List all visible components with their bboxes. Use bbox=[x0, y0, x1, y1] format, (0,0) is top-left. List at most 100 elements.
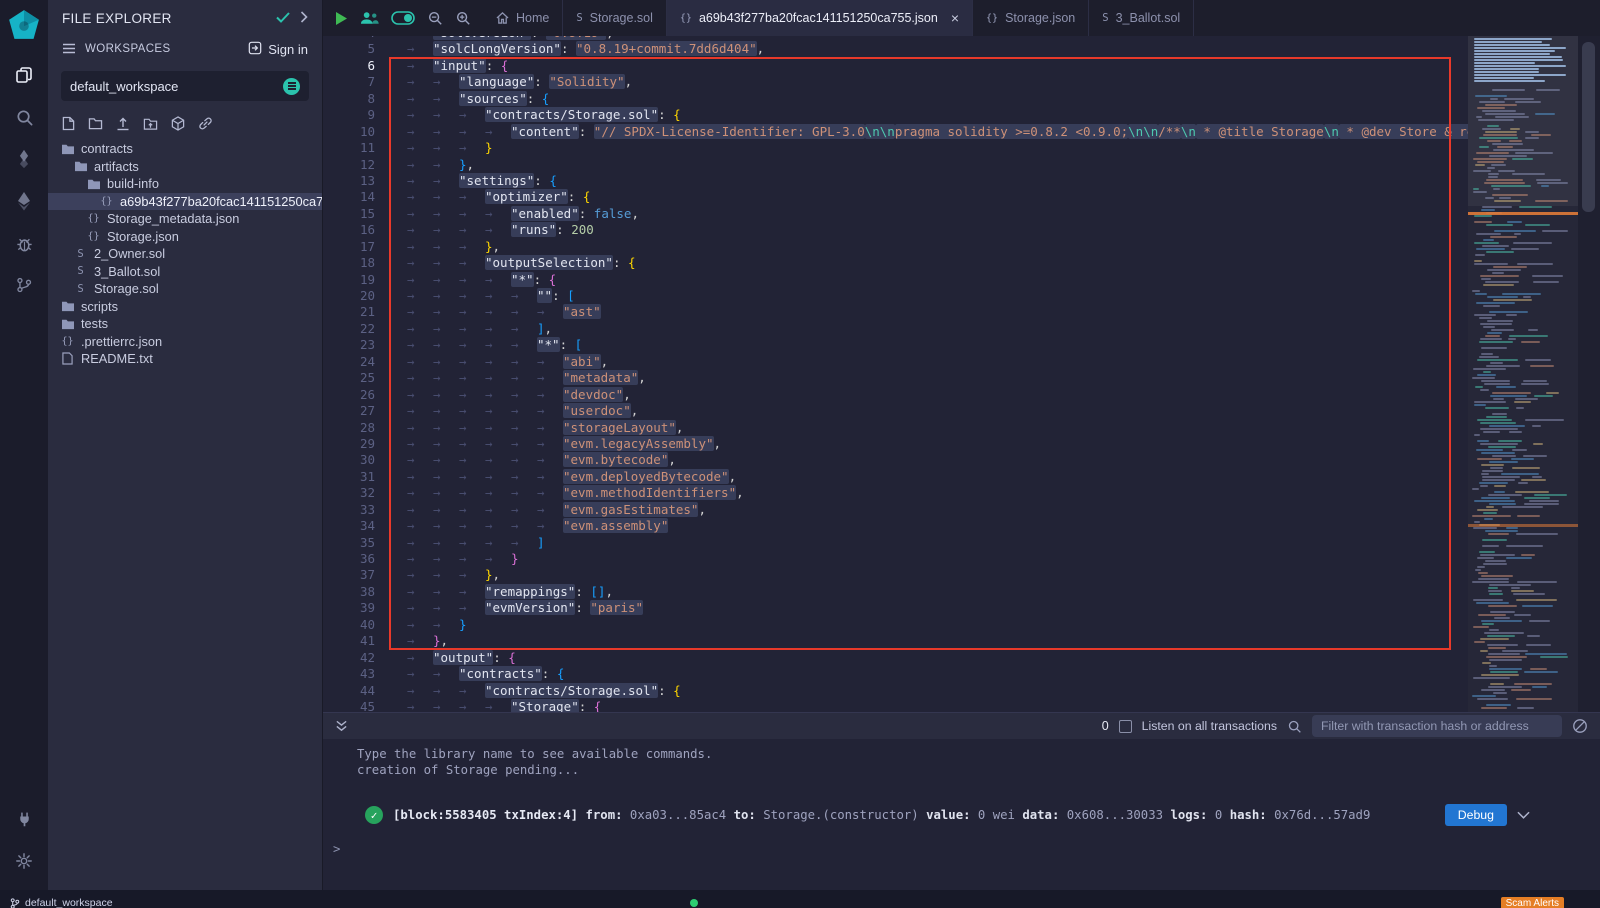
code-line-22[interactable]: 22→→→→→], bbox=[323, 321, 1468, 337]
minimap[interactable] bbox=[1468, 36, 1578, 712]
code-line-17[interactable]: 17→→→}, bbox=[323, 239, 1468, 255]
sidebar-item-tests[interactable]: tests bbox=[48, 315, 322, 333]
sidebar-item-3-ballot-sol[interactable]: S3_Ballot.sol bbox=[48, 263, 322, 281]
upload-folder-icon[interactable] bbox=[143, 116, 158, 131]
new-folder-icon[interactable] bbox=[88, 116, 103, 131]
workspace-select[interactable]: default_workspace bbox=[61, 71, 309, 101]
code-line-41[interactable]: 41→}, bbox=[323, 633, 1468, 649]
code-line-13[interactable]: 13→→"settings": { bbox=[323, 173, 1468, 189]
code-line-19[interactable]: 19→→→→"*": { bbox=[323, 272, 1468, 288]
editor-scrollbar[interactable] bbox=[1578, 36, 1600, 712]
code-line-24[interactable]: 24→→→→→→"abi", bbox=[323, 354, 1468, 370]
status-workspace[interactable]: default_workspace bbox=[10, 891, 113, 908]
remix-logo-icon[interactable] bbox=[7, 8, 41, 42]
transaction-log-row[interactable]: ✓ [block:5583405 txIndex:4] from: 0xa03.… bbox=[323, 804, 1600, 826]
code-line-8[interactable]: 8→→"sources": { bbox=[323, 91, 1468, 107]
code-line-28[interactable]: 28→→→→→→"storageLayout", bbox=[323, 420, 1468, 436]
code-line-38[interactable]: 38→→→"remappings": [], bbox=[323, 584, 1468, 600]
code-line-20[interactable]: 20→→→→→"": [ bbox=[323, 288, 1468, 304]
transaction-filter-input[interactable] bbox=[1312, 715, 1562, 737]
expand-transaction-icon[interactable] bbox=[1517, 811, 1530, 819]
zoom-in-icon[interactable] bbox=[455, 10, 471, 26]
code-line-35[interactable]: 35→→→→→] bbox=[323, 535, 1468, 551]
scam-alerts-badge[interactable]: Scam Alerts bbox=[1501, 897, 1564, 908]
close-tab-icon[interactable]: × bbox=[951, 11, 959, 25]
code-line-33[interactable]: 33→→→→→→"evm.gasEstimates", bbox=[323, 502, 1468, 518]
code-line-44[interactable]: 44→→→"contracts/Storage.sol": { bbox=[323, 683, 1468, 699]
tab-storage-sol[interactable]: SStorage.sol bbox=[563, 0, 667, 36]
search-icon[interactable] bbox=[0, 96, 48, 138]
code-line-36[interactable]: 36→→→→} bbox=[323, 551, 1468, 567]
code-line-27[interactable]: 27→→→→→→"userdoc", bbox=[323, 403, 1468, 419]
code-line-9[interactable]: 9→→→"contracts/Storage.sol": { bbox=[323, 107, 1468, 123]
debugger-icon[interactable] bbox=[0, 222, 48, 264]
hamburger-menu-icon[interactable] bbox=[62, 42, 76, 57]
git-icon[interactable] bbox=[0, 264, 48, 306]
debug-button[interactable]: Debug bbox=[1445, 804, 1507, 826]
code-line-16[interactable]: 16→→→→"runs": 200 bbox=[323, 222, 1468, 238]
new-file-icon[interactable] bbox=[62, 116, 75, 131]
sidebar-item-artifacts[interactable]: artifacts bbox=[48, 158, 322, 176]
code-line-42[interactable]: 42→"output": { bbox=[323, 650, 1468, 666]
panel-chevron-icon[interactable] bbox=[300, 10, 308, 27]
code-line-15[interactable]: 15→→→→"enabled": false, bbox=[323, 206, 1468, 222]
accept-check-icon[interactable] bbox=[276, 11, 290, 26]
code-line-12[interactable]: 12→→}, bbox=[323, 157, 1468, 173]
sidebar-item-prettierrc-json[interactable]: {}.prettierrc.json bbox=[48, 333, 322, 351]
tab-a69b43f277ba20fcac141151250ca755-json[interactable]: {}a69b43f277ba20fcac141151250ca755.json× bbox=[667, 0, 973, 36]
code-line-34[interactable]: 34→→→→→→"evm.assembly" bbox=[323, 518, 1468, 534]
code-line-39[interactable]: 39→→→"evmVersion": "paris" bbox=[323, 600, 1468, 616]
code-line-30[interactable]: 30→→→→→→"evm.bytecode", bbox=[323, 452, 1468, 468]
sidebar-item-storage-sol[interactable]: SStorage.sol bbox=[48, 280, 322, 298]
code-line-40[interactable]: 40→→} bbox=[323, 617, 1468, 633]
toggle-icon[interactable] bbox=[391, 11, 415, 25]
code-line-23[interactable]: 23→→→→→"*": [ bbox=[323, 337, 1468, 353]
code-line-26[interactable]: 26→→→→→→"devdoc", bbox=[323, 387, 1468, 403]
sidebar-item-build-info[interactable]: build-info bbox=[48, 175, 322, 193]
sidebar-item-storage-metadata-json[interactable]: {}Storage_metadata.json bbox=[48, 210, 322, 228]
code-line-10[interactable]: 10→→→→"content": "// SPDX-License-Identi… bbox=[323, 124, 1468, 140]
code-line-37[interactable]: 37→→→}, bbox=[323, 567, 1468, 583]
settings-gear-icon[interactable] bbox=[0, 840, 48, 882]
code-line-25[interactable]: 25→→→→→→"metadata", bbox=[323, 370, 1468, 386]
code-line-45[interactable]: 45→→→→"Storage": { bbox=[323, 699, 1468, 712]
code-line-11[interactable]: 11→→→} bbox=[323, 140, 1468, 156]
link-icon[interactable] bbox=[198, 116, 213, 131]
tab-home[interactable]: Home bbox=[483, 0, 563, 36]
ipfs-box-icon[interactable] bbox=[171, 116, 185, 131]
sidebar-item-contracts[interactable]: contracts bbox=[48, 140, 322, 158]
terminal-search-icon[interactable] bbox=[1287, 719, 1302, 734]
code-line-29[interactable]: 29→→→→→→"evm.legacyAssembly", bbox=[323, 436, 1468, 452]
solidity-compiler-icon[interactable] bbox=[0, 138, 48, 180]
tab-3-ballot-sol[interactable]: S3_Ballot.sol bbox=[1089, 0, 1194, 36]
code-line-32[interactable]: 32→→→→→→"evm.methodIdentifiers", bbox=[323, 485, 1468, 501]
tab-storage-json[interactable]: {}Storage.json bbox=[973, 0, 1089, 36]
expand-terminal-icon[interactable] bbox=[335, 720, 348, 732]
code-line-5[interactable]: 5→"solcLongVersion": "0.8.19+commit.7dd6… bbox=[323, 41, 1468, 57]
run-script-button[interactable] bbox=[335, 11, 348, 26]
sidebar-item-storage-json[interactable]: {}Storage.json bbox=[48, 228, 322, 246]
scrollbar-thumb[interactable] bbox=[1582, 42, 1595, 212]
code-area[interactable]: 4→"solcVersion": "0.8.19",5→"solcLongVer… bbox=[323, 36, 1468, 712]
code-line-21[interactable]: 21→→→→→→"ast" bbox=[323, 304, 1468, 320]
terminal-output[interactable]: Type the library name to see available c… bbox=[323, 739, 1600, 890]
code-line-7[interactable]: 7→→"language": "Solidity", bbox=[323, 74, 1468, 90]
file-explorer-icon[interactable] bbox=[0, 54, 48, 96]
code-line-18[interactable]: 18→→→"outputSelection": { bbox=[323, 255, 1468, 271]
sidebar-item-2-owner-sol[interactable]: S2_Owner.sol bbox=[48, 245, 322, 263]
code-line-31[interactable]: 31→→→→→→"evm.deployedBytecode", bbox=[323, 469, 1468, 485]
terminal-prompt[interactable]: > bbox=[323, 842, 1600, 856]
upload-file-icon[interactable] bbox=[116, 116, 130, 131]
clear-console-icon[interactable] bbox=[1572, 718, 1588, 734]
sidebar-item-readme-txt[interactable]: README.txt bbox=[48, 350, 322, 368]
workspace-menu-icon[interactable] bbox=[283, 78, 300, 95]
zoom-out-icon[interactable] bbox=[427, 10, 443, 26]
sidebar-item-scripts[interactable]: scripts bbox=[48, 298, 322, 316]
plugin-manager-icon[interactable] bbox=[0, 798, 48, 840]
code-line-6[interactable]: 6→"input": { bbox=[323, 58, 1468, 74]
code-line-14[interactable]: 14→→→"optimizer": { bbox=[323, 189, 1468, 205]
code-line-43[interactable]: 43→→"contracts": { bbox=[323, 666, 1468, 682]
users-icon[interactable] bbox=[360, 11, 379, 25]
sign-in-button[interactable]: Sign in bbox=[248, 41, 308, 58]
sidebar-item-a69b43f277ba20fcac141151250ca7[interactable]: {}a69b43f277ba20fcac141151250ca7... bbox=[48, 193, 322, 211]
